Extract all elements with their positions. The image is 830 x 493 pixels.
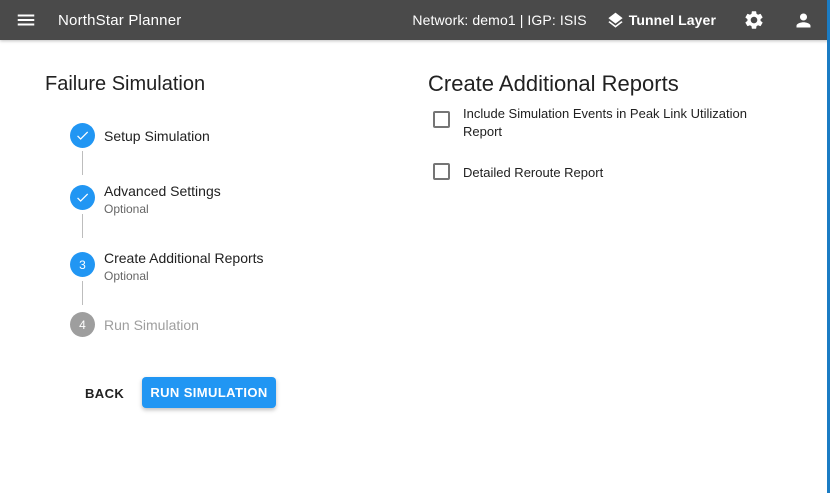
step-3-indicator: 3	[70, 252, 95, 277]
step-sublabel: Optional	[104, 269, 264, 283]
step-label: Run Simulation	[104, 317, 199, 333]
step-2-indicator	[70, 185, 95, 210]
step-create-additional-reports[interactable]: 3 Create Additional Reports Optional	[70, 252, 264, 283]
gear-icon	[743, 9, 765, 31]
step-advanced-settings[interactable]: Advanced Settings Optional	[70, 185, 221, 216]
checkbox-include-simulation-events[interactable]	[433, 111, 450, 128]
step-4-text: Run Simulation	[104, 317, 199, 333]
app-title: NorthStar Planner	[58, 12, 181, 29]
checkbox-label: Detailed Reroute Report	[463, 164, 763, 182]
checkbox-label: Include Simulation Events in Peak Link U…	[463, 105, 747, 140]
step-3-text: Create Additional Reports Optional	[104, 250, 264, 283]
back-button[interactable]: BACK	[85, 384, 124, 403]
user-icon	[793, 10, 814, 31]
step-connector	[82, 151, 83, 175]
step-number: 4	[79, 318, 86, 332]
check-icon	[75, 128, 90, 143]
check-icon	[75, 190, 90, 205]
step-connector	[82, 281, 83, 305]
app-bar: NorthStar Planner Network: demo1 | IGP: …	[0, 0, 830, 40]
network-status: Network: demo1 | IGP: ISIS	[412, 12, 586, 28]
step-1-indicator	[70, 123, 95, 148]
step-1-text: Setup Simulation	[104, 128, 210, 144]
run-simulation-button[interactable]: RUN SIMULATION	[142, 377, 276, 408]
step-label: Advanced Settings	[104, 183, 221, 199]
step-run-simulation: 4 Run Simulation	[70, 312, 199, 337]
tunnel-layer-selector[interactable]: Tunnel Layer	[606, 11, 716, 30]
hamburger-menu-icon	[15, 9, 37, 31]
panel-title: Create Additional Reports	[428, 71, 679, 97]
user-account-button[interactable]	[793, 10, 814, 31]
step-setup-simulation[interactable]: Setup Simulation	[70, 123, 210, 148]
step-sublabel: Optional	[104, 202, 221, 216]
page-title: Failure Simulation	[45, 73, 205, 96]
checkbox-detailed-reroute-report[interactable]	[433, 163, 450, 180]
step-connector	[82, 214, 83, 238]
settings-button[interactable]	[743, 9, 765, 31]
menu-button[interactable]	[15, 9, 37, 31]
step-4-indicator: 4	[70, 312, 95, 337]
step-2-text: Advanced Settings Optional	[104, 183, 221, 216]
layers-icon	[606, 11, 625, 30]
step-number: 3	[79, 258, 86, 272]
step-label: Create Additional Reports	[104, 250, 264, 266]
step-label: Setup Simulation	[104, 128, 210, 144]
tunnel-layer-label: Tunnel Layer	[629, 12, 716, 28]
